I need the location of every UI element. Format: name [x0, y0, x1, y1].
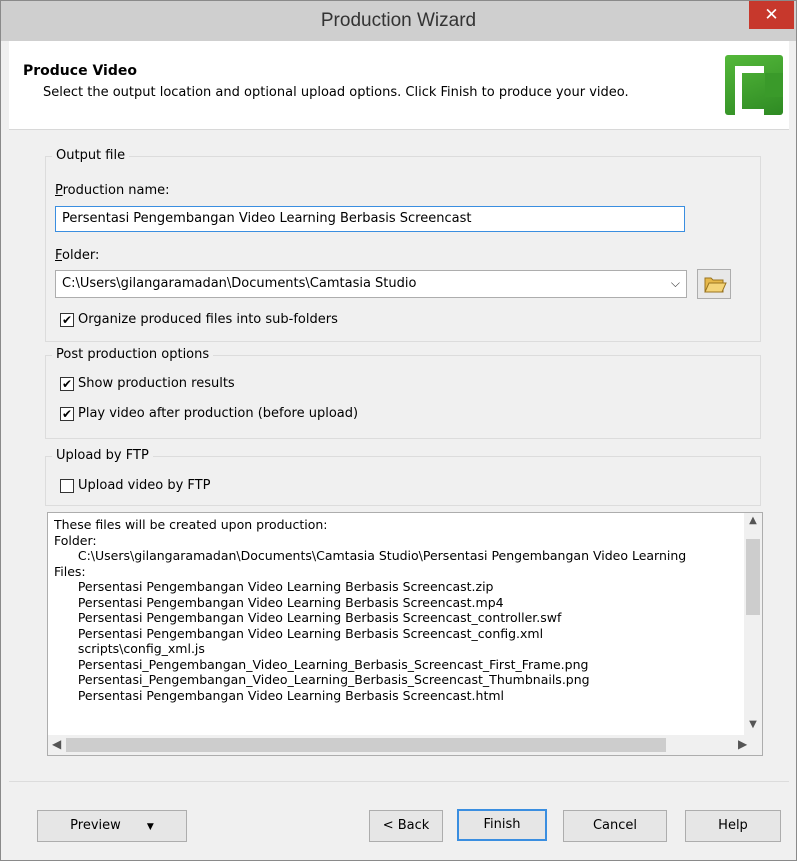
production-wizard-window: Production Wizard ✕ Produce Video Select… [0, 0, 797, 861]
list-item: Files: [54, 563, 86, 579]
wizard-body: Output file Production name: Persentasi … [9, 130, 789, 780]
cancel-button[interactable]: Cancel [563, 810, 667, 842]
close-icon: ✕ [764, 5, 779, 25]
list-item: C:\Users\gilangaramadan\Documents\Camtas… [54, 548, 687, 563]
scroll-down-icon[interactable]: ▼ [744, 719, 762, 730]
upload-ftp-checkbox[interactable]: Upload video by FTP [60, 478, 210, 493]
caret-down-icon: ▼ [146, 822, 154, 832]
organize-subfolders-label: Organize produced files into sub-folders [78, 312, 338, 327]
list-item: Persentasi_Pengembangan_Video_Learning_B… [54, 656, 589, 672]
show-results-label: Show production results [78, 376, 235, 391]
preview-button[interactable]: Preview ▼ [37, 810, 187, 842]
checkbox-box[interactable]: ✔ [60, 312, 74, 327]
title-bar[interactable]: Production Wizard ✕ [1, 1, 796, 41]
checkbox-box[interactable]: ✔ [60, 376, 74, 391]
production-name-input[interactable]: Persentasi Pengembangan Video Learning B… [55, 206, 685, 232]
checkbox-box[interactable]: ✔ [60, 406, 74, 421]
list-item: scripts\config_xml.js [54, 641, 205, 656]
scroll-thumb[interactable] [66, 738, 666, 752]
list-item: Persentasi Pengembangan Video Learning B… [54, 687, 504, 703]
window-title: Production Wizard [320, 10, 477, 31]
checkbox-box[interactable] [60, 478, 74, 493]
wizard-footer: Preview ▼ < Back Finish Cancel Help [9, 781, 789, 852]
post-production-group: Post production options [45, 347, 761, 439]
show-results-checkbox[interactable]: ✔ Show production results [60, 376, 235, 391]
wizard-header: Produce Video Select the output location… [9, 41, 789, 130]
page-description: Select the output location and optional … [43, 85, 629, 100]
scroll-up-icon[interactable]: ▲ [744, 515, 762, 526]
files-to-create-list[interactable]: These files will be created upon product… [47, 512, 763, 756]
files-list-text: These files will be created upon product… [54, 517, 724, 703]
scroll-thumb[interactable] [746, 539, 760, 615]
close-button[interactable]: ✕ [749, 1, 794, 29]
list-item: Persentasi Pengembangan Video Learning B… [54, 610, 562, 625]
list-item: Persentasi Pengembangan Video Learning B… [54, 579, 494, 594]
folder-combo[interactable]: C:\Users\gilangaramadan\Documents\Camtas… [55, 270, 687, 298]
output-file-legend: Output file [52, 148, 130, 163]
production-name-label-text: roduction name: [62, 183, 170, 198]
upload-ftp-legend: Upload by FTP [52, 448, 153, 463]
scroll-left-icon[interactable]: ◀ [52, 737, 61, 751]
folder-open-icon [704, 277, 727, 293]
back-button[interactable]: < Back [369, 810, 443, 842]
folder-label: Folder: [55, 248, 100, 263]
finish-button[interactable]: Finish [457, 809, 547, 841]
folder-value: C:\Users\gilangaramadan\Documents\Camtas… [62, 276, 417, 291]
production-name-label: Production name: [55, 183, 170, 198]
help-button[interactable]: Help [685, 810, 781, 842]
page-title: Produce Video [23, 63, 137, 79]
list-item: Persentasi Pengembangan Video Learning B… [54, 594, 504, 610]
preview-label: Preview [70, 818, 121, 833]
upload-ftp-label: Upload video by FTP [78, 478, 211, 493]
browse-folder-button[interactable] [697, 269, 731, 299]
organize-subfolders-checkbox[interactable]: ✔ Organize produced files into sub-folde… [60, 312, 338, 327]
folder-label-text: older: [62, 248, 100, 263]
horizontal-scrollbar[interactable]: ◀ ▶ [48, 735, 762, 755]
scroll-right-icon[interactable]: ▶ [738, 737, 747, 751]
list-item: These files will be created upon product… [54, 517, 328, 532]
list-item: Folder: [54, 532, 97, 548]
camtasia-logo-icon [725, 55, 783, 116]
play-video-checkbox[interactable]: ✔ Play video after production (before up… [60, 406, 358, 421]
list-item: Persentasi Pengembangan Video Learning B… [54, 625, 544, 641]
post-production-legend: Post production options [52, 347, 214, 362]
chevron-down-icon[interactable]: ⌵ [671, 276, 680, 291]
play-video-label: Play video after production (before uplo… [78, 406, 359, 421]
list-item: Persentasi_Pengembangan_Video_Learning_B… [54, 672, 590, 687]
vertical-scrollbar[interactable]: ▲ ▼ [744, 513, 762, 735]
